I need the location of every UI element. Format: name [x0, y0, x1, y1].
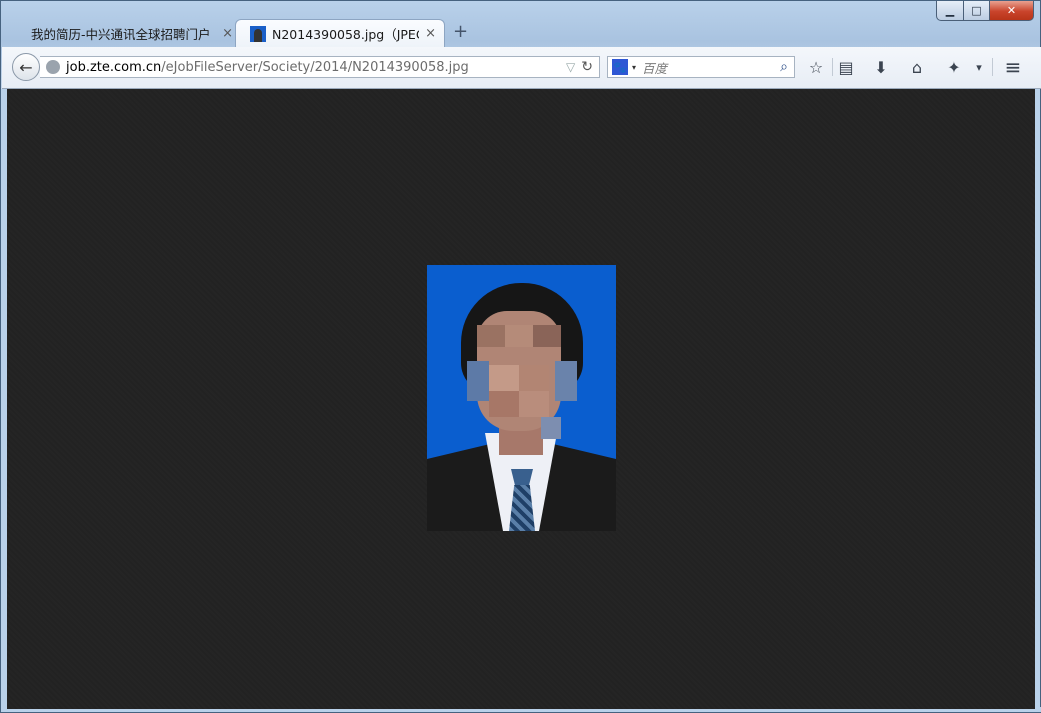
bookmark-star-icon[interactable]: ☆	[804, 56, 828, 78]
id-photo-image	[427, 265, 616, 531]
home-icon[interactable]: ⌂	[905, 56, 929, 78]
tab-title: N2014390058.jpg（JPEG...	[272, 27, 419, 42]
back-button[interactable]: ←	[12, 53, 40, 81]
new-tab-button[interactable]: +	[453, 21, 468, 42]
search-input[interactable]: 百度	[642, 58, 780, 77]
image-viewer	[7, 89, 1035, 709]
tab-resume[interactable]: 我的简历-中兴通讯全球招聘门户 ×	[17, 19, 241, 47]
search-bar[interactable]: 🐾 ▾ 百度 ⌕	[607, 56, 795, 78]
close-tab-icon[interactable]: ×	[425, 26, 436, 41]
browser-window: ▁ □ ✕ 我的简历-中兴通讯全球招聘门户 × N2014390058.jpg（…	[0, 0, 1041, 713]
engine-dropdown-icon[interactable]: ▾	[632, 63, 636, 72]
menu-icon[interactable]: ≡	[1001, 55, 1025, 79]
download-icon[interactable]: ⬇	[869, 56, 893, 78]
reading-list-icon[interactable]: ▤	[834, 56, 858, 78]
url-path: /eJobFileServer/Society/2014/N2014390058…	[161, 59, 469, 75]
addon-dropdown-icon[interactable]: ▾	[967, 56, 991, 78]
addon-icon[interactable]: ✦	[942, 56, 966, 78]
tab-jpeg-image[interactable]: N2014390058.jpg（JPEG... ×	[235, 19, 445, 47]
url-domain: job.zte.com.cn	[66, 59, 162, 75]
tab-title: 我的简历-中兴通讯全球招聘门户	[31, 26, 211, 42]
search-icon[interactable]: ⌕	[780, 59, 788, 75]
globe-icon	[46, 60, 60, 74]
reload-icon[interactable]: ↻	[581, 59, 593, 75]
navigation-toolbar: ← job.zte.com.cn /eJobFileServer/Society…	[2, 47, 1041, 89]
url-bar[interactable]: job.zte.com.cn /eJobFileServer/Society/2…	[40, 56, 600, 78]
image-favicon-icon	[250, 25, 266, 42]
baidu-paw-icon[interactable]: 🐾	[612, 59, 628, 75]
url-dropdown-icon[interactable]: ▽	[566, 60, 575, 74]
close-tab-icon[interactable]: ×	[222, 26, 233, 41]
tab-strip: 我的简历-中兴通讯全球招聘门户 × N2014390058.jpg（JPEG..…	[7, 17, 1007, 47]
